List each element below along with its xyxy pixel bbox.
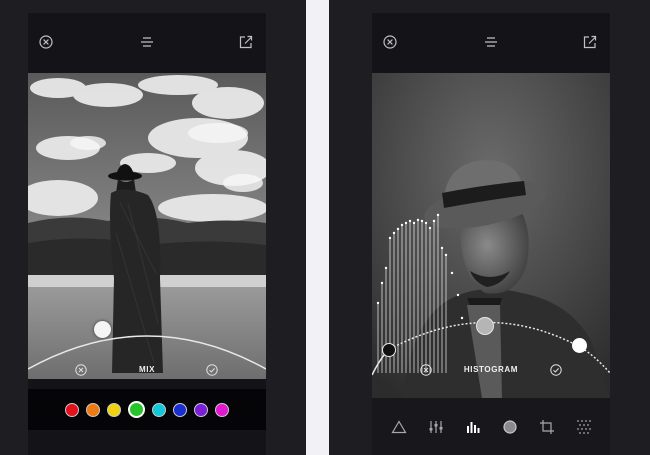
menu-icon[interactable]: [483, 35, 499, 49]
crop-icon[interactable]: [537, 417, 557, 437]
share-icon[interactable]: [238, 34, 254, 50]
close-icon[interactable]: [38, 34, 54, 50]
color-swatch-selected[interactable]: [128, 401, 145, 418]
circle-icon[interactable]: [500, 417, 520, 437]
triangle-icon[interactable]: [389, 417, 409, 437]
color-swatch[interactable]: [65, 402, 79, 417]
share-icon[interactable]: [582, 34, 598, 50]
mix-label: MIX: [138, 365, 156, 374]
menu-icon[interactable]: [139, 35, 155, 49]
top-bar: [372, 13, 610, 70]
confirm-icon[interactable]: [549, 363, 562, 376]
curve-shadow-point[interactable]: [382, 343, 396, 357]
color-swatch-bar: [28, 389, 266, 430]
sliders-icon[interactable]: [426, 417, 446, 437]
curve-midtone-point[interactable]: [476, 317, 494, 335]
histogram-icon[interactable]: [463, 417, 483, 437]
confirm-icon[interactable]: [205, 363, 218, 376]
color-swatch[interactable]: [107, 402, 121, 417]
color-swatch[interactable]: [194, 402, 208, 417]
color-swatch[interactable]: [173, 402, 187, 417]
close-icon[interactable]: [382, 34, 398, 50]
phone-mix-screen: MIX: [28, 13, 266, 455]
color-swatch[interactable]: [86, 402, 100, 417]
grain-icon[interactable]: [574, 417, 594, 437]
top-bar: [28, 13, 266, 70]
mix-curve[interactable]: [28, 313, 266, 393]
tool-bar: [372, 398, 610, 455]
color-swatch[interactable]: [215, 402, 229, 417]
histogram-label: HISTOGRAM: [463, 365, 519, 374]
color-swatch[interactable]: [152, 402, 166, 417]
mix-slider-handle[interactable]: [94, 321, 111, 338]
curve-highlight-point[interactable]: [572, 338, 587, 353]
phone-histogram-screen: HISTOGRAM: [372, 13, 610, 455]
